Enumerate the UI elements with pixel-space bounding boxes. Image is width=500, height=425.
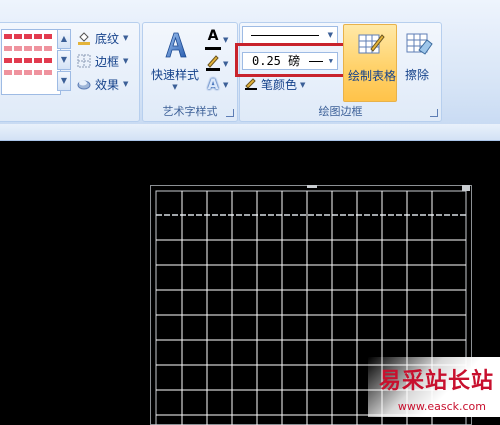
chevron-down-icon: ▼: [172, 83, 178, 91]
gallery-cell: [34, 70, 42, 75]
text-outline-button[interactable]: ▼: [205, 53, 228, 74]
chevron-down-icon: ▼: [123, 80, 129, 88]
gallery-cell: [24, 58, 32, 63]
dialog-launcher-icon[interactable]: [226, 109, 234, 117]
ruler-strip: [0, 124, 500, 141]
watermark-title: 易采站长站: [378, 368, 494, 394]
pen-weight-highlight-box: [235, 43, 348, 77]
draw-table-label: 绘制表格: [348, 69, 397, 83]
effects-icon: [77, 77, 91, 91]
gallery-cell: [24, 70, 32, 75]
chevron-down-icon: ▼: [223, 59, 229, 68]
text-fill-button[interactable]: A ▼: [205, 29, 228, 50]
gallery-cell: [34, 34, 42, 39]
border-grid-icon: [77, 54, 91, 68]
table-styles-gallery[interactable]: [1, 29, 61, 95]
eraser-label: 擦除: [405, 68, 430, 82]
ribbon: ▲ ▼ ▼ 底纹 ▼ 边框 ▼ 效果 ▼ 快速样式 ▼ A ▼ ▼ A ▼ 艺术…: [0, 0, 500, 125]
gallery-cell: [4, 58, 12, 63]
wordart-a-icon: [160, 29, 190, 64]
chevron-down-icon: ▼: [223, 35, 229, 44]
gallery-cell: [14, 70, 22, 75]
gallery-more-button[interactable]: ▼: [57, 71, 71, 91]
dialog-launcher-icon[interactable]: [430, 109, 438, 117]
site-watermark: 易采站长站 www.easck.com: [368, 357, 500, 417]
line-style-preview: [251, 35, 319, 36]
pen-outline-icon: [205, 53, 221, 74]
gallery-cell: [34, 46, 42, 51]
borders-label: 边框: [95, 54, 120, 69]
gallery-cell: [4, 34, 12, 39]
gallery-cell: [24, 34, 32, 39]
art-text-styles-group-label: 艺术字样式: [162, 105, 218, 118]
gallery-scroll-up-button[interactable]: ▲: [57, 29, 71, 49]
chevron-down-icon: ▼: [223, 81, 229, 89]
gallery-cell: [4, 46, 12, 51]
gallery-cell: [4, 70, 12, 75]
art-text-styles-group: 快速样式 ▼ A ▼ ▼ A ▼ 艺术字样式: [142, 22, 238, 122]
gallery-cell: [44, 34, 52, 39]
quick-styles-button[interactable]: 快速样式 ▼: [147, 29, 203, 91]
eraser-button[interactable]: 擦除: [401, 24, 437, 102]
gallery-cell: [44, 70, 52, 75]
gallery-cell: [44, 46, 52, 51]
text-effects-a-icon: A: [207, 77, 219, 93]
pen-color-button[interactable]: 笔颜色 ▼: [244, 76, 305, 93]
borders-button[interactable]: 边框 ▼: [77, 52, 128, 70]
draw-table-button[interactable]: 绘制表格: [343, 24, 397, 102]
pen-color-icon: [244, 76, 258, 93]
text-effects-button[interactable]: A ▼: [205, 77, 229, 93]
paint-bucket-icon: [77, 31, 91, 45]
gallery-scroll-down-button[interactable]: ▼: [57, 50, 71, 70]
gallery-cell: [24, 46, 32, 51]
line-style-select[interactable]: ▼: [242, 26, 338, 44]
draw-borders-group-label: 绘图边框: [318, 105, 363, 118]
effects-button[interactable]: 效果 ▼: [77, 75, 128, 93]
gallery-cell: [14, 34, 22, 39]
pen-color-label: 笔颜色: [261, 78, 298, 92]
chevron-down-icon: ▼: [327, 31, 333, 39]
shading-button[interactable]: 底纹 ▼: [77, 29, 128, 47]
gallery-cell: [14, 46, 22, 51]
eraser-icon: [405, 30, 433, 59]
chevron-down-icon: ▼: [300, 80, 306, 89]
watermark-url: www.easck.com: [397, 400, 486, 413]
chevron-down-icon: ▼: [123, 34, 129, 42]
gallery-cell: [34, 58, 42, 63]
gallery-cell: [44, 58, 52, 63]
quick-styles-label: 快速样式: [150, 68, 199, 82]
draw-table-icon: [357, 31, 385, 60]
shading-label: 底纹: [95, 31, 120, 46]
gallery-cell: [14, 58, 22, 63]
text-fill-a-icon: A: [205, 29, 221, 50]
table-styles-group: ▲ ▼ ▼ 底纹 ▼ 边框 ▼ 效果 ▼: [0, 22, 140, 122]
effects-label: 效果: [95, 77, 120, 92]
chevron-down-icon: ▼: [123, 57, 129, 65]
